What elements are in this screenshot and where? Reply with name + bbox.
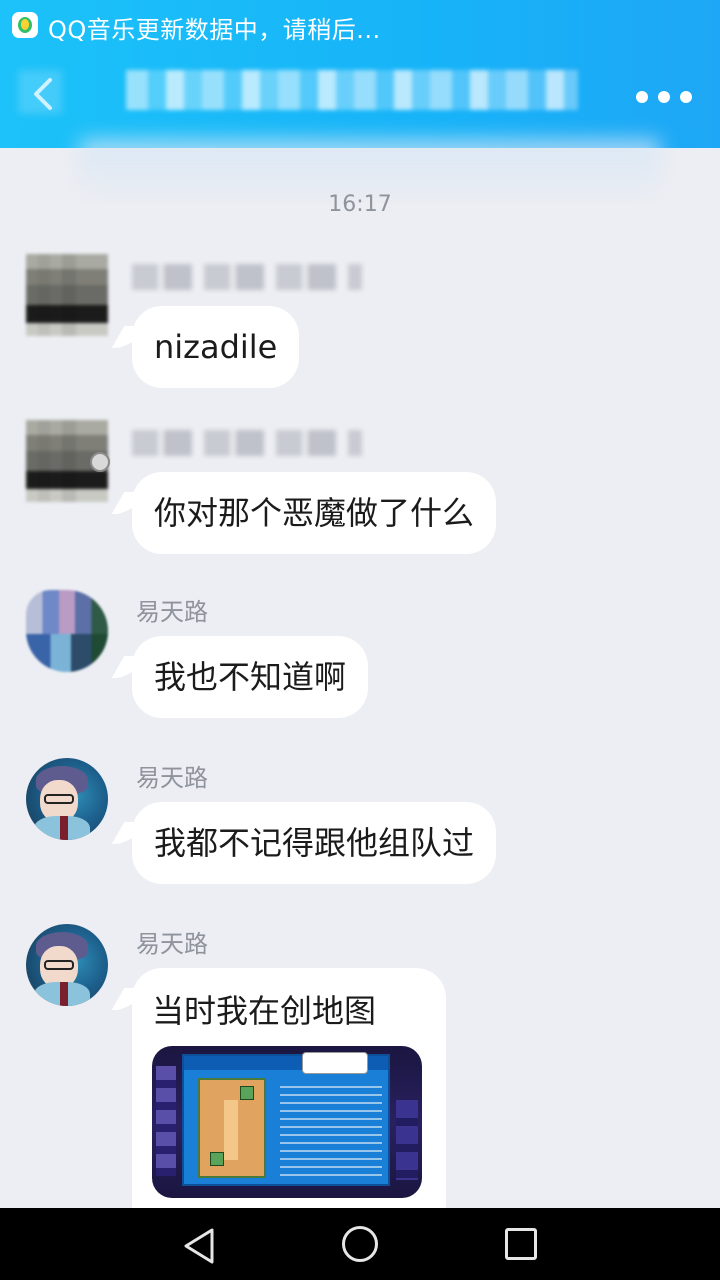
square-recent-icon[interactable] bbox=[505, 1228, 537, 1260]
chat-timestamp: 16:17 bbox=[328, 192, 392, 217]
message-bubble[interactable]: 我都不记得跟他组队过 bbox=[132, 802, 497, 884]
status-notification-text: QQ音乐更新数据中，请稍后... bbox=[48, 16, 381, 44]
message-bubble[interactable]: 我也不知道啊 bbox=[132, 636, 369, 718]
sender-name: 易天路 bbox=[136, 764, 208, 792]
more-dots-icon[interactable] bbox=[636, 84, 692, 110]
verified-badge-icon bbox=[90, 452, 110, 472]
message-bubble[interactable]: nizadile bbox=[132, 306, 300, 388]
back-arrow-icon[interactable] bbox=[26, 74, 62, 114]
triangle-back-icon[interactable] bbox=[180, 1226, 220, 1266]
chat-header: QQ音乐更新数据中，请稍后... bbox=[0, 0, 720, 148]
system-nav-bar bbox=[0, 1208, 720, 1280]
chat-title-obscured bbox=[126, 70, 578, 110]
status-bar: QQ音乐更新数据中，请稍后... bbox=[0, 0, 720, 52]
avatar[interactable] bbox=[26, 590, 108, 672]
sender-name: 易天路 bbox=[136, 930, 208, 958]
header-shadow bbox=[80, 140, 660, 200]
avatar[interactable] bbox=[26, 254, 108, 336]
circle-home-icon[interactable] bbox=[342, 1226, 378, 1262]
message-text: 当时我在创地图 bbox=[152, 992, 377, 1030]
avatar[interactable] bbox=[26, 758, 108, 840]
message-bubble[interactable]: 你对那个恶魔做了什么 bbox=[132, 472, 497, 554]
qq-music-app-icon bbox=[12, 12, 38, 38]
avatar[interactable] bbox=[26, 924, 108, 1006]
sender-name-obscured bbox=[132, 264, 362, 290]
sender-name-obscured bbox=[132, 430, 362, 456]
message-bubble[interactable]: 当时我在创地图 bbox=[132, 968, 446, 1218]
sender-name: 易天路 bbox=[136, 598, 208, 626]
game-screenshot-image[interactable] bbox=[152, 1046, 422, 1198]
